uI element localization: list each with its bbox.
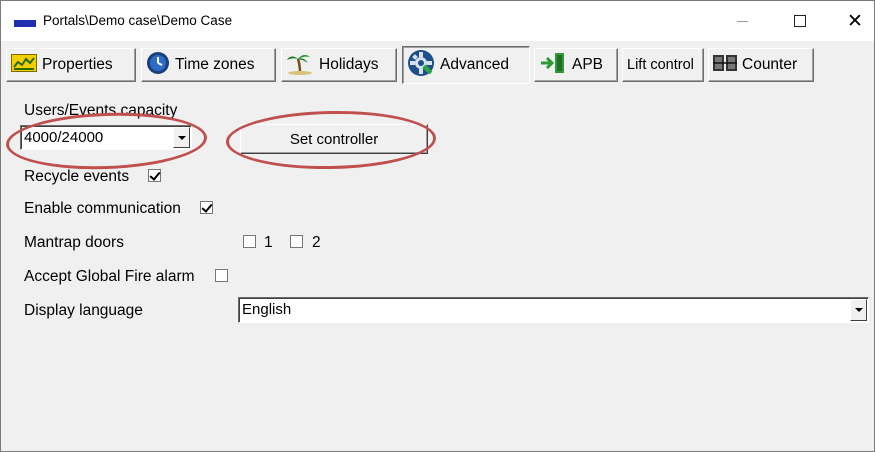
- counter-icon: [713, 55, 737, 75]
- display-language-dropdown[interactable]: English: [238, 297, 869, 323]
- display-language-label: Display language: [24, 302, 143, 319]
- maximize-icon: [794, 15, 806, 27]
- palm-tree-icon: [286, 51, 314, 79]
- tab-label: Counter: [742, 56, 798, 73]
- tab-label: APB: [572, 56, 604, 73]
- tab-advanced[interactable]: Advanced: [402, 46, 530, 84]
- capacity-dropdown[interactable]: 4000/24000: [20, 125, 192, 150]
- minimize-button[interactable]: [719, 1, 765, 41]
- title-bar: Portals\Demo case\Demo Case ✕: [1, 1, 874, 41]
- minimize-icon: [736, 20, 748, 22]
- clock-icon: [146, 51, 170, 79]
- set-controller-button[interactable]: Set controller: [240, 124, 428, 154]
- enable-communication-checkbox[interactable]: [200, 201, 213, 214]
- tab-bar: Properties Time zones Holidays Advanced …: [6, 46, 866, 84]
- mantrap-door-2-checkbox[interactable]: [290, 235, 303, 248]
- mantrap-door-1-label: 1: [264, 234, 273, 251]
- close-button[interactable]: ✕: [832, 1, 875, 41]
- advanced-panel: Users/Events capacity 4000/24000 Set con…: [6, 91, 871, 449]
- fire-alarm-checkbox[interactable]: [215, 269, 228, 282]
- tab-lift-control[interactable]: Lift control: [622, 48, 704, 82]
- display-language-value: English: [242, 301, 292, 318]
- tab-label: Properties: [42, 56, 113, 73]
- door-exit-icon: [539, 52, 567, 78]
- tab-label: Advanced: [440, 56, 509, 73]
- window-title: Portals\Demo case\Demo Case: [43, 13, 233, 28]
- tab-holidays[interactable]: Holidays: [281, 48, 397, 82]
- close-icon: ✕: [847, 10, 863, 32]
- mantrap-label: Mantrap doors: [24, 234, 124, 251]
- enable-communication-label: Enable communication: [24, 200, 181, 217]
- tab-apb[interactable]: APB: [534, 48, 618, 82]
- app-window: Portals\Demo case\Demo Case ✕ Properties…: [0, 0, 875, 452]
- fire-alarm-label: Accept Global Fire alarm: [24, 268, 195, 285]
- tab-label: Holidays: [319, 56, 379, 73]
- gear-icon: [407, 49, 435, 81]
- dropdown-arrow-icon[interactable]: [173, 127, 190, 148]
- dropdown-arrow-icon[interactable]: [850, 299, 867, 321]
- capacity-value: 4000/24000: [24, 129, 104, 146]
- mantrap-door-2-label: 2: [312, 234, 321, 251]
- mantrap-door-1-checkbox[interactable]: [243, 235, 256, 248]
- recycle-events-label: Recycle events: [24, 168, 130, 185]
- properties-icon: [11, 54, 37, 76]
- maximize-button[interactable]: [777, 1, 823, 41]
- tab-properties[interactable]: Properties: [6, 48, 136, 82]
- recycle-events-checkbox[interactable]: [148, 169, 161, 182]
- tab-label: Lift control: [627, 57, 694, 73]
- tab-label: Time zones: [175, 56, 255, 73]
- tab-time-zones[interactable]: Time zones: [141, 48, 276, 82]
- tab-counter[interactable]: Counter: [708, 48, 814, 82]
- set-controller-label: Set controller: [289, 130, 379, 148]
- capacity-label: Users/Events capacity: [24, 102, 178, 119]
- app-icon: [14, 20, 36, 27]
